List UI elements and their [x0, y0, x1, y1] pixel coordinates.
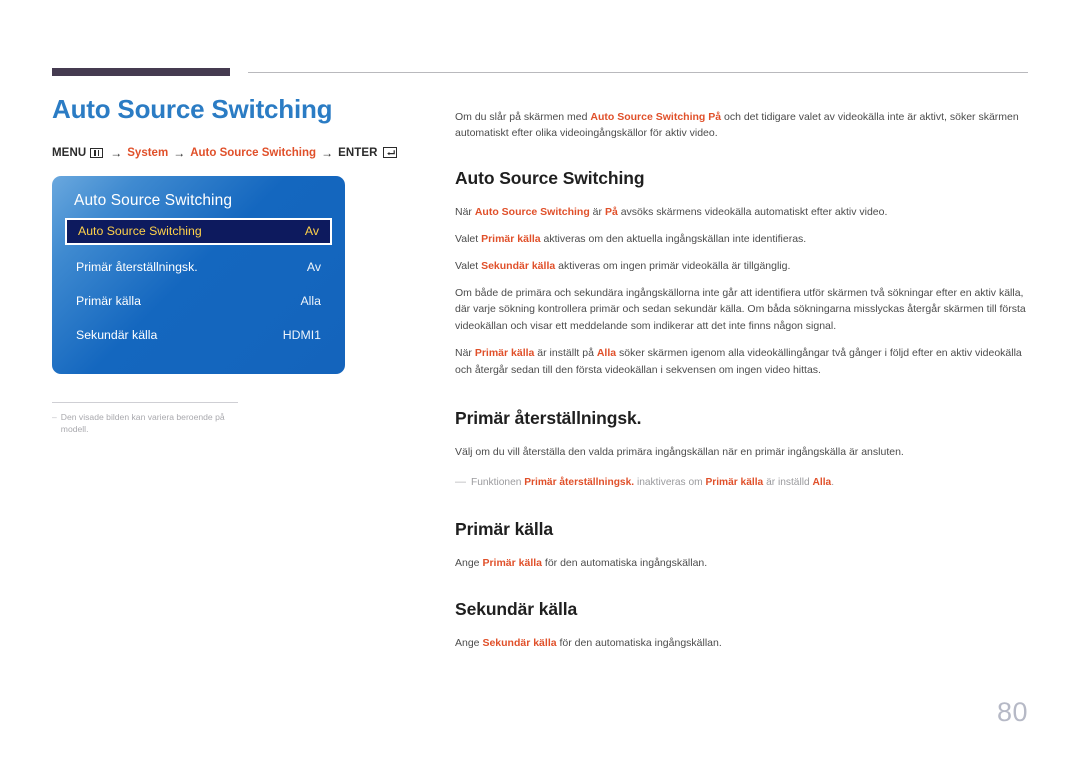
- osd-row-sekundar-kalla[interactable]: Sekundär källa HDMI1: [65, 322, 332, 348]
- section-2-note-text: Funktionen Primär återställningsk. inakt…: [471, 475, 834, 491]
- breadcrumb-menu-label: MENU: [52, 146, 87, 159]
- s3p1-a: Ange: [455, 556, 483, 569]
- osd-footnote: – Den visade bilden kan variera beroende…: [52, 411, 238, 435]
- osd-footnote-dash: –: [52, 411, 57, 422]
- osd-row-value: Alla: [300, 293, 321, 308]
- osd-row-value: Av: [306, 259, 321, 274]
- section-1-paragraph-1: När Auto Source Switching är På avsöks s…: [455, 204, 1033, 221]
- enter-return-icon: [382, 147, 397, 159]
- breadcrumb-item-auto-source-switching: Auto Source Switching: [190, 146, 317, 159]
- header-rule-thin: [248, 72, 1028, 73]
- s1p5-b: är inställt på: [534, 347, 597, 360]
- osd-footnote-rule: [52, 401, 238, 403]
- section-heading-primar-aterstallningsk: Primär återställningsk.: [455, 408, 642, 429]
- osd-row-primar-aterstallningsk[interactable]: Primär återställningsk. Av: [65, 254, 332, 280]
- breadcrumb-arrow-1: →: [110, 145, 123, 160]
- section-3-paragraph-1: Ange Primär källa för den automatiska in…: [455, 555, 1033, 572]
- intro-text-a: Om du slår på skärmen med: [455, 110, 591, 123]
- osd-row-label: Primär återställningsk.: [76, 259, 198, 274]
- osd-menu-list: Auto Source Switching Av Primär återstäl…: [52, 217, 345, 348]
- s1p3-hl: Sekundär källa: [481, 259, 556, 272]
- section-1-paragraph-2: Valet Primär källa aktiveras om den aktu…: [455, 231, 1033, 248]
- s1p2-a: Valet: [455, 232, 482, 245]
- breadcrumb: MENU → System → Auto Source Switching → …: [52, 146, 412, 160]
- osd-row-primar-kalla[interactable]: Primär källa Alla: [65, 288, 332, 314]
- section-4-paragraph-1: Ange Sekundär källa för den automatiska …: [455, 635, 1033, 652]
- s2n-hl3: Alla: [812, 476, 832, 488]
- menu-grid-icon: [90, 147, 104, 158]
- breadcrumb-arrow-3: →: [321, 145, 334, 160]
- s1p5-hl2: Alla: [596, 347, 617, 360]
- osd-menu-title: Auto Source Switching: [74, 191, 233, 209]
- section-heading-sekundar-kalla: Sekundär källa: [455, 599, 578, 620]
- breadcrumb-enter-label: ENTER: [338, 146, 378, 159]
- s1p1-b: är: [589, 205, 605, 218]
- s1p2-hl: Primär källa: [481, 232, 541, 245]
- osd-footnote-block: – Den visade bilden kan variera beroende…: [52, 401, 238, 435]
- osd-row-label: Sekundär källa: [76, 327, 158, 342]
- section-2-note: — Funktionen Primär återställningsk. ina…: [455, 474, 1033, 491]
- osd-row-value: Av: [304, 224, 319, 239]
- note-dash-icon: —: [455, 475, 466, 488]
- s2n-hl1: Primär återställningsk.: [524, 476, 635, 488]
- s1p3-a: Valet: [455, 259, 482, 272]
- osd-menu-panel: Auto Source Switching Auto Source Switch…: [52, 175, 345, 374]
- s3p1-b: för den automatiska ingångskällan.: [542, 556, 708, 569]
- breadcrumb-item-system: System: [127, 146, 169, 159]
- left-column: Auto Source Switching MENU → System → Au…: [52, 95, 412, 435]
- s3p1-hl: Primär källa: [482, 556, 542, 569]
- section-1-paragraph-5: När Primär källa är inställt på Alla sök…: [455, 345, 1033, 378]
- header-rule-thick: [52, 68, 230, 76]
- osd-row-label: Auto Source Switching: [78, 224, 202, 239]
- s1p3-b: aktiveras om ingen primär videokälla är …: [555, 259, 791, 272]
- s1p5-hl1: Primär källa: [474, 347, 535, 360]
- section-heading-primar-kalla: Primär källa: [455, 518, 554, 539]
- right-column: Om du slår på skärmen med Auto Source Sw…: [455, 98, 1033, 663]
- s4p1-b: för den automatiska ingångskällan.: [556, 637, 722, 650]
- s1p1-hl2: På: [604, 205, 618, 218]
- s1p2-b: aktiveras om den aktuella ingångskällan …: [540, 232, 807, 245]
- osd-row-auto-source-switching[interactable]: Auto Source Switching Av: [65, 217, 332, 245]
- section-2-paragraph-1: Välj om du vill återställa den valda pri…: [455, 446, 904, 459]
- osd-row-value: HDMI1: [282, 327, 321, 342]
- osd-row-label: Primär källa: [76, 293, 141, 308]
- s2n-b: inaktiveras om: [634, 476, 706, 488]
- section-1-paragraph-3: Valet Sekundär källa aktiveras om ingen …: [455, 258, 1033, 275]
- breadcrumb-arrow-2: →: [173, 145, 186, 160]
- s4p1-hl: Sekundär källa: [482, 637, 557, 650]
- section-heading-auto-source-switching: Auto Source Switching: [455, 167, 645, 188]
- section-1-paragraph-4: Om både de primära och sekundära ingångs…: [455, 286, 1026, 333]
- page-number: 80: [996, 697, 1028, 727]
- s1p1-hl1: Auto Source Switching: [474, 205, 590, 218]
- s1p1-c: avsöks skärmens videokälla automatiskt e…: [617, 205, 888, 218]
- s1p1-a: När: [455, 205, 475, 218]
- s2n-hl2: Primär källa: [705, 476, 764, 488]
- intro-highlight: Auto Source Switching På: [590, 110, 722, 123]
- osd-footnote-text: Den visade bilden kan variera beroende p…: [60, 411, 225, 434]
- header-rules: [52, 68, 1028, 78]
- s2n-d: .: [831, 476, 835, 488]
- page-title: Auto Source Switching: [52, 94, 333, 124]
- s2n-a: Funktionen: [471, 476, 525, 488]
- intro-paragraph: Om du slår på skärmen med Auto Source Sw…: [455, 109, 1033, 142]
- s4p1-a: Ange: [455, 637, 483, 650]
- s1p5-a: När: [455, 347, 475, 360]
- s2n-c: är inställd: [763, 476, 813, 488]
